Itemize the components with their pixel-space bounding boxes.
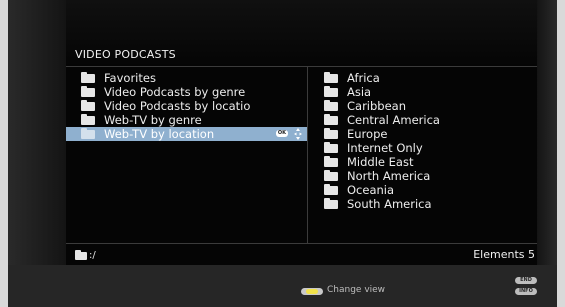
- folder-icon: [324, 114, 338, 125]
- list-item-label: Africa: [347, 71, 380, 85]
- list-item-caribbean[interactable]: Caribbean: [323, 99, 537, 113]
- folder-icon: [324, 86, 338, 97]
- footer-bar: [8, 265, 557, 307]
- list-item-favorites[interactable]: Favorites: [66, 71, 307, 85]
- ok-key-badge: OK: [275, 130, 288, 137]
- folder-icon: [81, 128, 95, 139]
- folder-icon: [324, 170, 338, 181]
- list-item-label: Europe: [347, 127, 388, 141]
- list-item-north-america[interactable]: North America: [323, 169, 537, 183]
- list-item-label: Oceania: [347, 183, 395, 197]
- list-item-africa[interactable]: Africa: [323, 71, 537, 85]
- folder-icon: [324, 142, 338, 153]
- page-title: VIDEO PODCASTS: [75, 48, 176, 61]
- list-item-central-america[interactable]: Central America: [323, 113, 537, 127]
- list-item-label: Middle East: [347, 155, 414, 169]
- list-item-label: Asia: [347, 85, 372, 99]
- list-item-label: Favorites: [104, 71, 156, 85]
- folder-icon: [81, 100, 95, 111]
- side-shade-right: [537, 0, 557, 265]
- list-item-middle-east[interactable]: Middle East: [323, 155, 537, 169]
- list-item-label: Caribbean: [347, 99, 407, 113]
- folder-icon: [81, 114, 95, 125]
- element-count: Elements 5: [473, 248, 535, 261]
- column-divider: [307, 67, 308, 243]
- location-list: Africa Asia Caribbean Central America Eu…: [323, 71, 537, 211]
- list-item-europe[interactable]: Europe: [323, 127, 537, 141]
- change-view-label[interactable]: Change view: [327, 285, 385, 295]
- folder-icon: [81, 72, 95, 83]
- folder-icon: [324, 198, 338, 209]
- list-item-label: Web-TV by location: [104, 127, 215, 141]
- end-key-button[interactable]: END: [515, 277, 537, 284]
- folder-icon: [324, 100, 338, 111]
- list-item-label: Web-TV by genre: [104, 113, 202, 127]
- yellow-key-icon[interactable]: [301, 288, 323, 295]
- list-item-internet-only[interactable]: Internet Only: [323, 141, 537, 155]
- list-item-video-podcasts-by-location[interactable]: Video Podcasts by locatio: [66, 99, 307, 113]
- category-list: Favorites Video Podcasts by genre Video …: [66, 71, 307, 141]
- arrows-icon: [294, 128, 302, 140]
- current-path: :/: [75, 249, 96, 263]
- list-item-oceania[interactable]: Oceania: [323, 183, 537, 197]
- divider-bottom: [66, 243, 537, 244]
- folder-icon: [324, 72, 338, 83]
- list-item-label: Video Podcasts by locatio: [104, 99, 251, 113]
- folder-icon: [324, 156, 338, 167]
- list-item-label: South America: [347, 197, 432, 211]
- list-item-video-podcasts-by-genre[interactable]: Video Podcasts by genre: [66, 85, 307, 99]
- list-item-web-tv-by-location[interactable]: Web-TV by location OK: [66, 127, 307, 141]
- list-item-label: Central America: [347, 113, 440, 127]
- list-item-web-tv-by-genre[interactable]: Web-TV by genre: [66, 113, 307, 127]
- side-shade-left: [8, 0, 66, 265]
- folder-icon: [324, 184, 338, 195]
- folder-icon: [75, 250, 87, 260]
- list-item-south-america[interactable]: South America: [323, 197, 537, 211]
- list-item-asia[interactable]: Asia: [323, 85, 537, 99]
- info-key-button[interactable]: INFO: [515, 288, 537, 295]
- folder-icon: [81, 86, 95, 97]
- folder-icon: [324, 128, 338, 139]
- list-item-label: Internet Only: [347, 141, 423, 155]
- path-text: :/: [89, 250, 96, 261]
- bezel-right: [557, 0, 565, 307]
- divider-top: [66, 66, 537, 67]
- list-item-label: North America: [347, 169, 431, 183]
- list-item-label: Video Podcasts by genre: [104, 85, 246, 99]
- bezel-left: [0, 0, 8, 307]
